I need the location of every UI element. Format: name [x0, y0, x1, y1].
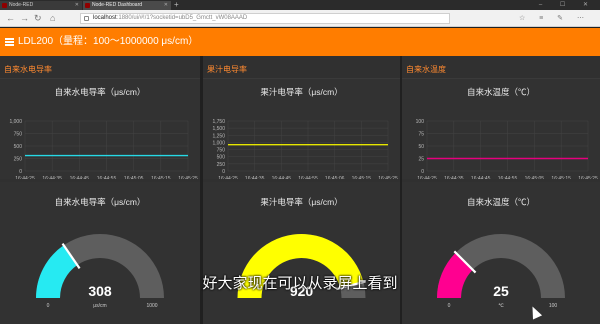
- refresh-icon[interactable]: ↻: [34, 13, 42, 23]
- gauge-card: 果汁电导率（μs/cm） 920: [203, 182, 400, 324]
- y-tick-label: 25: [418, 157, 424, 163]
- group-title: 自来水温度: [406, 65, 446, 74]
- x-tick-label: 16:44:25: [218, 176, 238, 179]
- forward-icon[interactable]: →: [20, 13, 29, 23]
- x-tick-label: 16:44:25: [417, 176, 437, 179]
- y-tick-label: 750: [14, 132, 23, 138]
- group-title: 果汁电导率: [207, 65, 247, 74]
- x-tick-label: 16:44:55: [498, 176, 518, 179]
- gauge: 308μs/cm0 1000: [36, 234, 164, 309]
- url-host: localhost: [93, 15, 117, 21]
- x-tick-label: 16:44:55: [298, 176, 318, 179]
- toolbar-icons[interactable]: ☆ ≡ ✎ ⋯: [519, 14, 590, 22]
- chart-card: 自来水温度（℃） 100 75 50 25 0 16:44:25 16:44:35 16:44…: [402, 79, 600, 179]
- dashboard-header: LDL200（量程：100～1000000 μs/cm）: [0, 28, 600, 56]
- gauge-max-label: 100: [549, 303, 558, 309]
- x-tick-label: 16:44:25: [15, 176, 35, 179]
- y-tick-label: 750: [217, 148, 226, 154]
- x-tick-label: 16:44:55: [97, 176, 117, 179]
- gauge-card: 自来水电导率（μs/cm） 308 μs/cm 0 1000: [0, 182, 200, 324]
- browser-tab-bar: Node-RED ✕ Node-RED Dashboard ✕ + – ☐ ✕: [0, 0, 600, 10]
- node-red-favicon-icon: [85, 3, 90, 8]
- x-tick-label: 16:45:15: [151, 176, 171, 179]
- group-title: 自来水电导率: [4, 65, 52, 74]
- x-tick-label: 16:44:35: [444, 176, 464, 179]
- x-tick-label: 16:45:15: [352, 176, 372, 179]
- url-path: :1880/ui/#!/1?socketid=ubD5_Gmctt_vW08AA…: [116, 15, 248, 21]
- gauge: 920: [237, 234, 366, 299]
- y-tick-label: 0: [19, 169, 22, 175]
- back-icon[interactable]: ←: [6, 13, 15, 23]
- tab-label: Node-RED: [9, 2, 34, 8]
- tab-label: Node-RED Dashboard: [92, 2, 143, 8]
- x-tick-label: 16:45:15: [551, 176, 571, 179]
- y-tick-label: 1,000: [212, 140, 225, 146]
- y-tick-label: 1,000: [9, 119, 22, 125]
- menu-icon[interactable]: [5, 38, 14, 46]
- y-tick-label: 250: [14, 157, 23, 163]
- x-tick-label: 16:45:05: [525, 176, 545, 179]
- y-tick-label: 0: [222, 169, 225, 175]
- line-chart: 1,000 750 500 250 016:44:25 16:44:35 16:44:45 1…: [9, 119, 198, 179]
- y-tick-label: 50: [418, 144, 424, 150]
- y-tick-label: 0: [421, 169, 424, 175]
- chart-card: 自来水电导率（μs/cm） 1,000 750 500 250 0 16:44:25 16:…: [0, 79, 200, 179]
- x-tick-label: 16:45:25: [578, 176, 598, 179]
- y-tick-label: 1,250: [212, 133, 225, 139]
- y-tick-label: 75: [418, 132, 424, 138]
- url-field[interactable]: localhost:1880/ui/#!/1?socketid=ubD5_Gmc…: [80, 13, 450, 24]
- video-subtitle: 好大家现在可以从录屏上看到: [202, 274, 398, 292]
- page-info-icon[interactable]: [84, 16, 89, 21]
- x-tick-label: 16:45:25: [178, 176, 198, 179]
- y-tick-label: 500: [217, 155, 226, 161]
- gauge-card: 自来水温度（℃） 25 ℃ 0 100: [402, 182, 600, 324]
- close-tab-icon[interactable]: ✕: [75, 3, 79, 8]
- y-tick-label: 250: [217, 162, 226, 168]
- line-chart: 1,7501,5001,2501,000 750500250016:44:25 16…: [212, 119, 398, 179]
- y-tick-label: 500: [14, 144, 23, 150]
- y-tick-label: 100: [416, 119, 425, 125]
- window-controls[interactable]: – ☐ ✕: [539, 0, 596, 10]
- x-tick-label: 16:45:05: [124, 176, 144, 179]
- tab-node-red-dashboard[interactable]: Node-RED Dashboard ✕: [83, 1, 171, 10]
- x-tick-label: 16:45:25: [378, 176, 398, 179]
- x-tick-label: 16:44:45: [70, 176, 90, 179]
- chart-card: 果汁电导率（μs/cm） 1,750 1,500 1,250 1,000 750 500 2…: [203, 79, 400, 179]
- gauge-max-label: 1000: [146, 303, 157, 309]
- y-tick-label: 1,750: [212, 119, 225, 125]
- home-icon[interactable]: ⌂: [50, 13, 55, 23]
- y-tick-label: 1,500: [212, 126, 225, 132]
- close-tab-icon[interactable]: ✕: [164, 3, 168, 8]
- x-tick-label: 16:44:45: [471, 176, 491, 179]
- x-tick-label: 16:45:06: [325, 176, 345, 179]
- page-title: LDL200（量程：100～1000000 μs/cm）: [18, 36, 199, 47]
- x-tick-label: 16:44:35: [245, 176, 265, 179]
- gauge-unit: ℃: [498, 303, 504, 309]
- tab-node-red[interactable]: Node-RED ✕: [0, 1, 82, 10]
- x-tick-label: 16:44:45: [272, 176, 292, 179]
- gauge-min-label: 0: [47, 303, 50, 309]
- node-red-favicon-icon: [2, 3, 7, 8]
- gauge: 25℃0 100: [437, 234, 565, 309]
- x-tick-label: 16:44:35: [42, 176, 62, 179]
- gauge-min-label: 0: [448, 303, 451, 309]
- gauge-unit: μs/cm: [93, 303, 106, 309]
- address-bar-row: ← → ↻ ⌂ localhost:1880/ui/#!/1?socketid=…: [0, 10, 600, 27]
- new-tab-button[interactable]: +: [174, 0, 179, 10]
- line-chart: 100 75 50 25 016:44:25 16:44:35 16:44:45 16:44:…: [416, 119, 598, 179]
